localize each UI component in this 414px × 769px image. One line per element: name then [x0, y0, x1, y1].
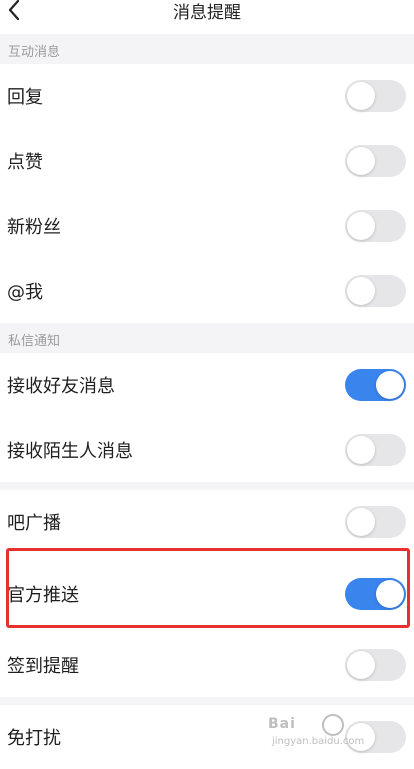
setting-label: 免打扰 [7, 728, 61, 749]
setting-row-reply: 回复 [0, 64, 414, 128]
divider-gap [0, 697, 414, 705]
toggle-knob [347, 436, 375, 464]
section-header-private: 私信通知 [0, 323, 414, 353]
setting-label: 签到提醒 [7, 656, 79, 677]
toggle-knob [376, 371, 404, 399]
official-push-toggle[interactable] [345, 578, 406, 610]
setting-row-like: 点赞 [0, 129, 414, 193]
section-header-interaction: 互动消息 [0, 34, 414, 64]
setting-label: 官方推送 [7, 585, 79, 606]
setting-row-new-fans: 新粉丝 [0, 194, 414, 258]
section-title: 互动消息 [8, 45, 61, 60]
reply-toggle[interactable] [345, 80, 406, 112]
stranger-msg-toggle[interactable] [345, 434, 406, 466]
setting-label: 回复 [7, 87, 43, 108]
toggle-knob [347, 147, 375, 175]
section-title: 私信通知 [8, 334, 61, 349]
divider-gap [0, 482, 414, 490]
checkin-reminder-toggle[interactable] [345, 649, 406, 681]
setting-label: @我 [7, 282, 43, 303]
setting-row-bar-broadcast: 吧广播 [0, 490, 414, 554]
setting-row-checkin-reminder: 签到提醒 [0, 633, 414, 697]
nav-bar: 消息提醒 [0, 0, 414, 34]
setting-label: 点赞 [7, 152, 43, 173]
watermark-site: jingyan.baidu.com [272, 736, 365, 747]
setting-row-official-push: 官方推送 [0, 562, 414, 626]
like-toggle[interactable] [345, 145, 406, 177]
setting-row-mention: @我 [0, 259, 414, 323]
watermark: Bai jingyan.baidu.com [268, 712, 414, 752]
paw-icon [322, 714, 344, 736]
page-title: 消息提醒 [173, 3, 241, 23]
setting-row-friend-msg: 接收好友消息 [0, 353, 414, 417]
mention-toggle[interactable] [345, 275, 406, 307]
toggle-knob [376, 580, 404, 608]
setting-label: 接收陌生人消息 [7, 441, 133, 462]
watermark-brand: Bai [268, 716, 296, 732]
toggle-knob [347, 277, 375, 305]
friend-msg-toggle[interactable] [345, 369, 406, 401]
bar-broadcast-toggle[interactable] [345, 506, 406, 538]
setting-label: 接收好友消息 [7, 376, 115, 397]
toggle-knob [347, 82, 375, 110]
toggle-knob [347, 651, 375, 679]
setting-row-stranger-msg: 接收陌生人消息 [0, 418, 414, 482]
setting-label: 吧广播 [7, 513, 61, 534]
toggle-knob [347, 508, 375, 536]
toggle-knob [347, 212, 375, 240]
setting-label: 新粉丝 [7, 217, 61, 238]
new-fans-toggle[interactable] [345, 210, 406, 242]
